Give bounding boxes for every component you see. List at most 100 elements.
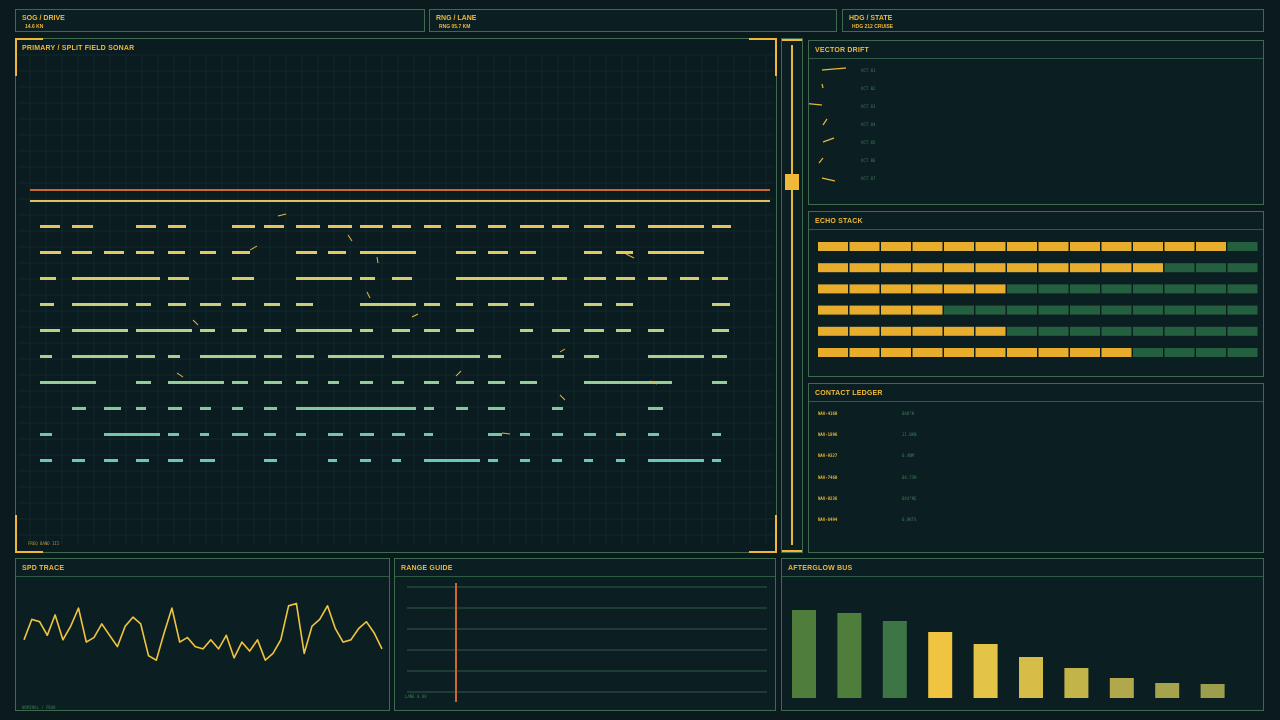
- sonar-dash: [136, 407, 146, 410]
- echo-segment: [881, 263, 911, 273]
- sonar-dash: [40, 277, 56, 280]
- sonar-dash: [648, 433, 659, 436]
- echo-segment: [912, 263, 943, 273]
- echo-segment: [849, 263, 880, 273]
- afterglow-bars: [792, 610, 1225, 698]
- sonar-dash: [520, 225, 544, 228]
- echo-segment: [912, 326, 943, 336]
- sonar-dash: [520, 329, 533, 332]
- ledger-contact-id: NAV-7460: [818, 474, 838, 480]
- sonar-dash: [136, 277, 157, 280]
- vector-glyph: [821, 83, 824, 89]
- sonar-dash: [232, 329, 247, 332]
- sonar-dash: [712, 459, 721, 462]
- sonar-dash: [360, 225, 383, 228]
- sonar-dash: [200, 329, 215, 332]
- sonar-dash: [424, 303, 440, 306]
- sonar-dash: [168, 433, 179, 436]
- sonar-dash: [424, 329, 440, 332]
- contact-ledger-panel: CONTACT LEDGER NAV-4160 040°N NAV-1896 11.0…: [808, 383, 1264, 553]
- vector-label: VCT 02: [861, 86, 876, 91]
- sonar-dash: [136, 433, 152, 436]
- sonar-contact-tick: [411, 313, 419, 318]
- sonar-footer: FREQ BAND III: [28, 541, 60, 546]
- echo-segment: [912, 284, 943, 294]
- afterglow-bar: [928, 632, 953, 698]
- sonar-dash: [584, 251, 602, 254]
- sonar-dash: [392, 251, 411, 254]
- sonar-dash: [584, 225, 604, 228]
- sonar-dash: [72, 251, 92, 254]
- sonar-dash: [40, 329, 60, 332]
- vector-label: VCT 07: [861, 176, 876, 181]
- sonar-dash: [328, 251, 346, 254]
- echo-segment: [1164, 348, 1195, 357]
- panel-divider: [16, 576, 389, 577]
- sonar-dash: [328, 459, 337, 462]
- sonar-dash: [552, 459, 562, 462]
- sonar-dash: [616, 303, 633, 306]
- echo-segment: [849, 242, 880, 251]
- echo-segment: [944, 305, 974, 315]
- sonar-dash: [168, 277, 189, 280]
- sonar-dash: [200, 407, 211, 410]
- sonar-dash: [360, 459, 371, 462]
- sonar-dash: [232, 433, 248, 436]
- sonar-dash: [360, 381, 373, 384]
- sonar-dash: [40, 459, 52, 462]
- sonar-dash: [296, 303, 313, 306]
- sonar-dash: [264, 407, 277, 410]
- sonar-dash: [136, 355, 155, 358]
- range-title: RANGE GUIDE: [401, 565, 453, 572]
- echo-segment: [881, 242, 911, 251]
- sonar-dash: [552, 433, 563, 436]
- slider-handle[interactable]: [785, 174, 799, 190]
- sonar-dash: [232, 355, 250, 358]
- echo-segment: [818, 263, 848, 273]
- echo-segment: [1101, 305, 1132, 315]
- ledger-contact-value: 044°NE: [902, 495, 917, 501]
- sonar-dash: [136, 251, 154, 254]
- sonar-dash: [552, 329, 570, 332]
- vector-glyph: [818, 157, 824, 164]
- ledger-contact-id: NAV-1896: [818, 432, 838, 438]
- sonar-dash: [552, 407, 563, 410]
- spd-trace-line: [23, 602, 383, 661]
- sonar-dash: [40, 433, 52, 436]
- echo-segment: [1196, 263, 1226, 273]
- sonar-dash: [520, 433, 530, 436]
- sonar-dash: [264, 355, 282, 358]
- ledger-contact-id: NAV-9236: [818, 495, 838, 501]
- vector-glyph: [821, 67, 847, 71]
- echo-segment: [1227, 284, 1258, 294]
- sonar-dash: [168, 251, 185, 254]
- echo-segment: [1007, 263, 1037, 273]
- sonar-dash: [360, 407, 416, 410]
- sonar-dash: [328, 225, 352, 228]
- stat-title: HDG / STATE: [849, 15, 893, 22]
- echo-segment: [1164, 263, 1195, 273]
- afterglow-bar: [1200, 684, 1225, 698]
- echo-segment: [1101, 263, 1132, 273]
- sonar-contact-tick: [192, 319, 199, 326]
- echo-segment: [1101, 348, 1132, 357]
- sonar-dash: [264, 459, 277, 462]
- sonar-dash: [200, 459, 215, 462]
- sonar-dash: [392, 225, 411, 228]
- spd-trace-panel: SPD TRACE NOMINAL / PEAK: [15, 558, 390, 711]
- echo-segment: [1227, 348, 1258, 357]
- sonar-dash: [296, 355, 314, 358]
- depth-slider-track[interactable]: [781, 38, 803, 553]
- echo-segment: [1196, 305, 1226, 315]
- echo-segment: [1227, 242, 1258, 251]
- echo-segment: [1227, 326, 1258, 336]
- echo-segment: [1007, 284, 1037, 294]
- echo-segment: [944, 284, 974, 294]
- afterglow-bar: [792, 610, 816, 698]
- sonar-dash: [584, 303, 602, 306]
- sonar-dash: [360, 277, 375, 280]
- echo-segment: [1038, 284, 1069, 294]
- vector-glyphs: [809, 67, 847, 182]
- ledger-contact-value: 11.0KN: [902, 432, 917, 438]
- echo-segment: [1133, 263, 1163, 273]
